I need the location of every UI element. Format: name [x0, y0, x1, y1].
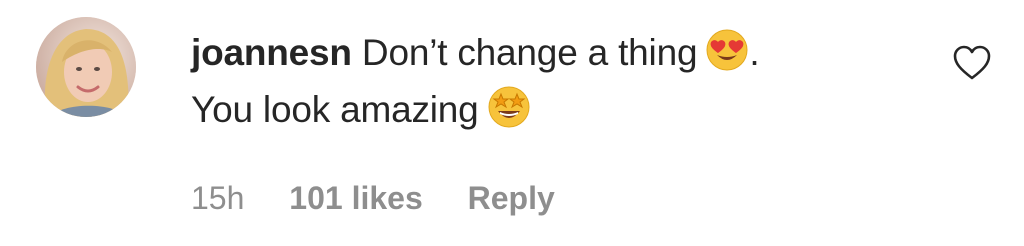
- star-struck-emoji-icon: [487, 85, 531, 129]
- heart-eyes-emoji-icon: [705, 28, 749, 72]
- like-heart-icon[interactable]: [952, 44, 992, 82]
- comment-text-line1: Don’t change a thing: [361, 32, 698, 73]
- reply-button[interactable]: Reply: [468, 180, 555, 216]
- comment-text: joannesn Don’t change a thing . You look…: [191, 24, 911, 138]
- avatar[interactable]: [36, 17, 136, 117]
- comment-text-line2: You look amazing: [191, 89, 479, 130]
- comment-text-punctuation: .: [749, 32, 760, 73]
- comment-timestamp[interactable]: 15h: [191, 180, 244, 216]
- comment-item: joannesn Don’t change a thing . You look…: [0, 0, 1024, 246]
- comment-meta: 15h 101 likes Reply: [191, 178, 555, 218]
- likes-count[interactable]: 101 likes: [289, 180, 422, 216]
- comment-username[interactable]: joannesn: [191, 32, 352, 73]
